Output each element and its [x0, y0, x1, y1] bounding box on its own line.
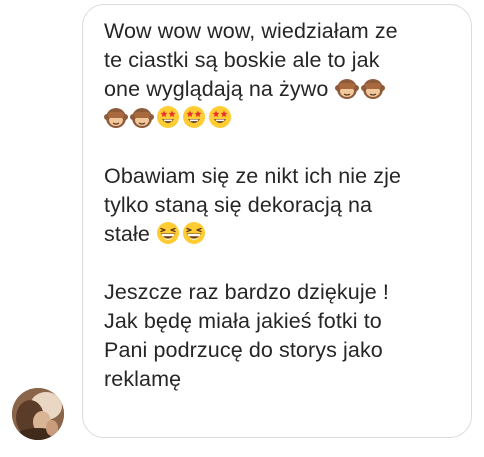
- grinning-squinting-icon: [182, 221, 206, 245]
- message-line: one wyglądają na żywo: [104, 75, 453, 104]
- message-bubble[interactable]: Wow wow wow, wiedziałam ze te ciastki są…: [82, 4, 472, 438]
- avatar-photo: [12, 388, 64, 440]
- message-line: Jak będę miała jakieś fotki to: [104, 309, 382, 333]
- message-line-text: stałe: [104, 222, 150, 246]
- grinning-squinting-icon: [156, 221, 180, 245]
- see-no-evil-monkey-icon: [104, 105, 128, 129]
- star-struck-icon: [182, 105, 206, 129]
- message-paragraph: Jeszcze raz bardzo dziękuje ! Jak będę m…: [104, 278, 453, 394]
- message-paragraph: Obawiam się ze nikt ich nie zje tylko st…: [104, 162, 453, 249]
- message-paragraph: Wow wow wow, wiedziałam ze te ciastki są…: [104, 17, 453, 133]
- message-line-text: one wyglądają na żywo: [104, 77, 329, 101]
- see-no-evil-monkey-icon: [130, 105, 154, 129]
- message-line: stałe: [104, 220, 453, 249]
- message-line: te ciastki są boskie ale to jak: [104, 48, 380, 72]
- message-line: tylko staną się dekoracją na: [104, 193, 373, 217]
- see-no-evil-monkey-icon: [360, 76, 385, 100]
- message-line: Obawiam się ze nikt ich nie zje: [104, 164, 402, 188]
- message-line: Wow wow wow, wiedziałam ze: [104, 19, 398, 43]
- message-line: Jeszcze raz bardzo dziękuje !: [104, 280, 389, 304]
- message-thread: Wow wow wow, wiedziałam ze te ciastki są…: [0, 0, 484, 457]
- avatar[interactable]: [12, 388, 64, 440]
- emoji-line: [104, 104, 453, 133]
- message-line: reklamę: [104, 367, 182, 391]
- star-struck-icon: [208, 105, 232, 129]
- see-no-evil-monkey-icon: [334, 76, 359, 100]
- star-struck-icon: [156, 105, 180, 129]
- message-line: Pani podrzucę do storys jako: [104, 338, 383, 362]
